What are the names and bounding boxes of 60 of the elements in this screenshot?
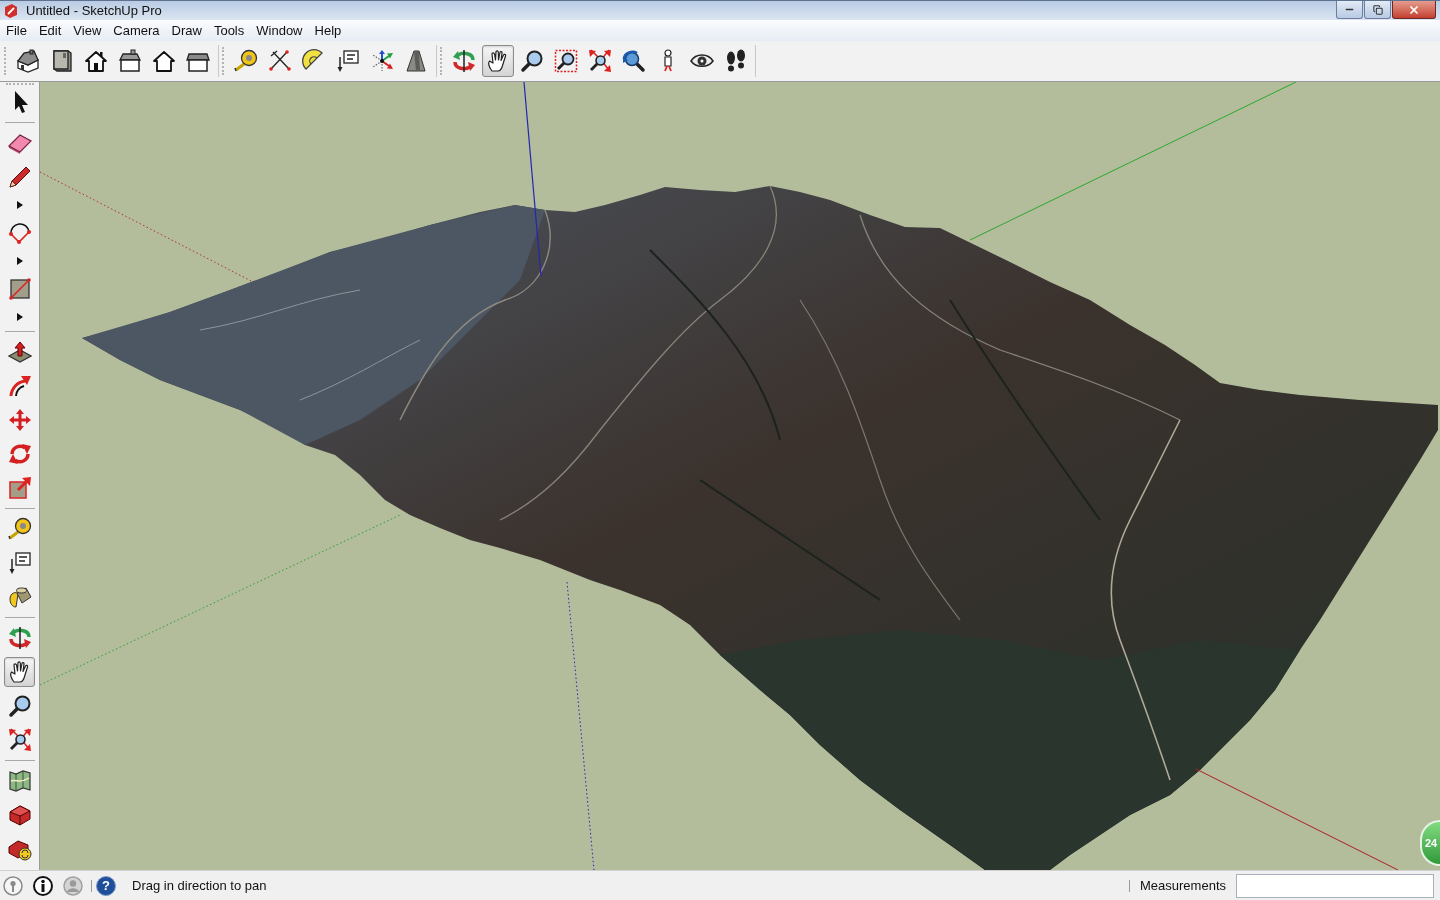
- wedge-icon: [404, 49, 428, 73]
- dimension-icon: [268, 49, 292, 73]
- arc-icon: [7, 221, 32, 245]
- caret-icon: [16, 313, 23, 321]
- push-pull-icon: [7, 340, 32, 364]
- menu-item[interactable]: Help: [308, 24, 348, 37]
- rectangle-icon: [7, 277, 32, 301]
- menu-item[interactable]: View: [67, 24, 108, 37]
- cube-icon: [7, 803, 32, 827]
- map-icon: [7, 769, 32, 793]
- caret-icon: [16, 257, 23, 265]
- house-icon: [16, 49, 40, 73]
- zoom-extents-icon: [588, 49, 612, 73]
- house-outline-icon: [152, 49, 176, 73]
- restore-button[interactable]: [1364, 1, 1391, 19]
- pan-button[interactable]: [4, 657, 35, 687]
- restore-icon: [1372, 4, 1383, 15]
- house-icon: [118, 49, 142, 73]
- text-label-icon: [7, 551, 32, 575]
- rotate-icon: [7, 442, 32, 466]
- paint-bucket-icon: [7, 585, 32, 609]
- magnifier-arrow-icon: [622, 49, 646, 73]
- text-label-icon: [336, 49, 360, 73]
- menu-item[interactable]: File: [0, 24, 33, 37]
- caret-icon: [16, 201, 23, 209]
- scale-icon: [7, 476, 32, 500]
- close-button[interactable]: [1392, 1, 1436, 19]
- zoom-extents-icon: [7, 728, 32, 752]
- tape-measure-icon: [7, 517, 32, 541]
- orbit-icon: [7, 626, 32, 650]
- status-hint: Drag in direction to pan: [132, 879, 267, 892]
- app-logo-icon: [4, 3, 18, 18]
- cube-icon: [7, 837, 32, 861]
- zoom-window-icon: [554, 49, 578, 73]
- tape-measure-icon: [234, 49, 258, 73]
- 3d-viewport[interactable]: [40, 82, 1440, 870]
- measurements-label: Measurements: [1140, 879, 1226, 892]
- magnifier-icon: [520, 49, 544, 73]
- minimize-button[interactable]: [1336, 1, 1363, 19]
- location-pin-icon[interactable]: [3, 875, 23, 896]
- window-title: Untitled - SketchUp Pro: [26, 4, 162, 17]
- magnifier-icon: [7, 694, 32, 718]
- box-icon: [50, 49, 74, 73]
- pencil-icon: [7, 165, 32, 189]
- help-button[interactable]: ?: [96, 875, 116, 896]
- house-icon: [84, 49, 108, 73]
- menu-item[interactable]: Tools: [207, 24, 251, 37]
- menu-item[interactable]: Draw: [165, 24, 208, 37]
- curved-arrow-icon: [7, 374, 32, 398]
- measurements-field[interactable]: [1236, 873, 1434, 898]
- person-info-icon[interactable]: [33, 875, 53, 896]
- axes-icon: [370, 49, 394, 73]
- menu-item[interactable]: Edit: [32, 24, 68, 37]
- footprints-icon: [724, 49, 748, 73]
- menu-item[interactable]: Camera: [107, 24, 166, 37]
- move-icon: [7, 408, 32, 432]
- menu-item[interactable]: Window: [250, 24, 309, 37]
- orbit-icon: [452, 49, 476, 73]
- close-icon: [1408, 3, 1420, 16]
- pan-button[interactable]: [482, 45, 514, 77]
